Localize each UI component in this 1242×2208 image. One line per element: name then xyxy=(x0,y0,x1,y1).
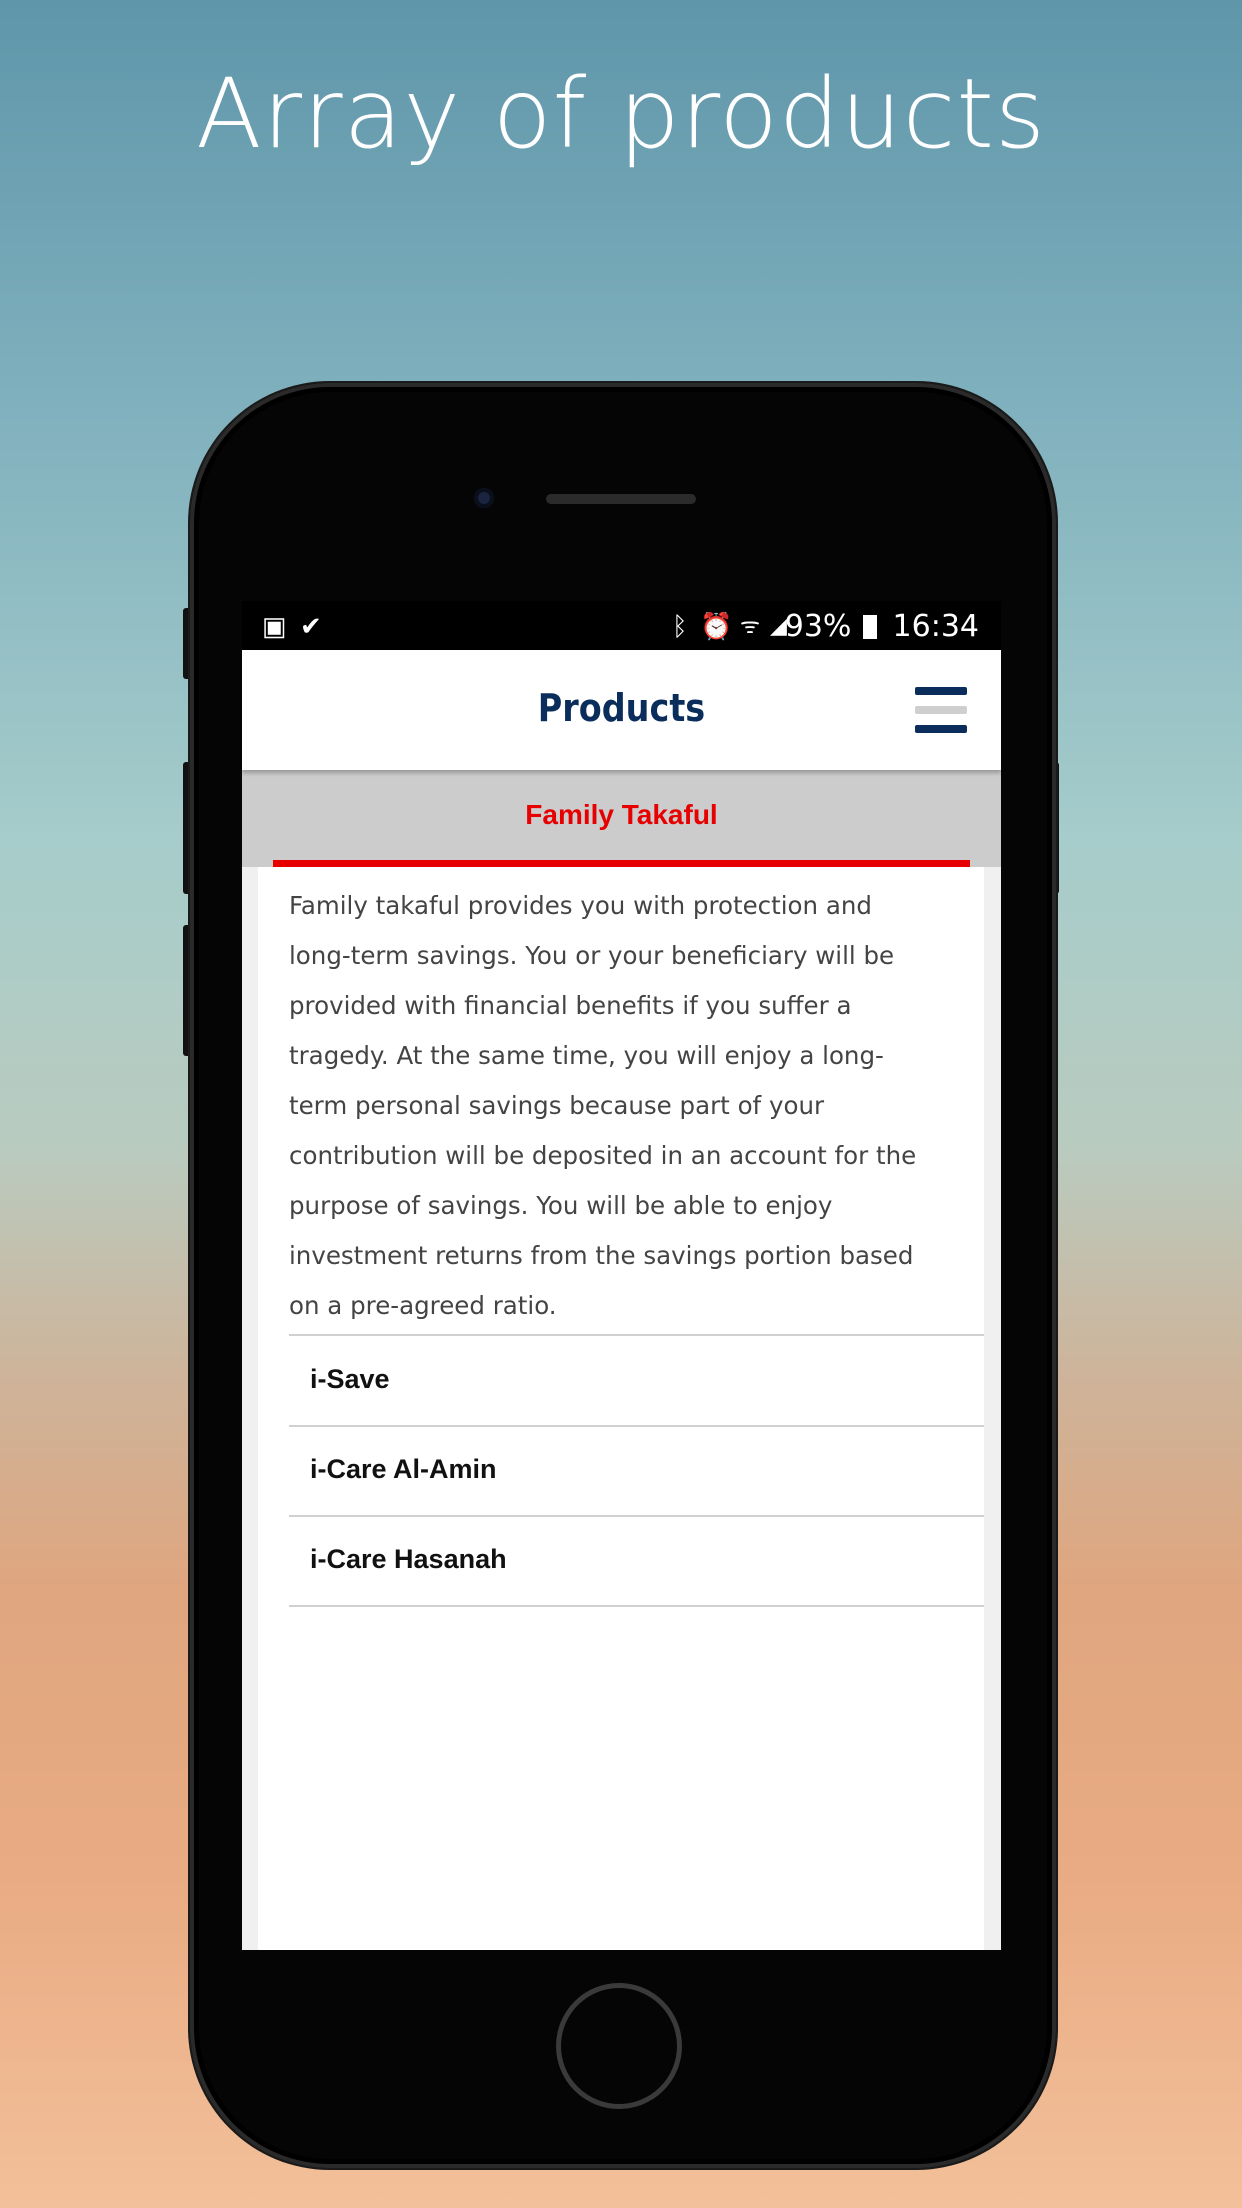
tab-family-takaful[interactable]: Family Takaful xyxy=(242,799,1001,831)
alarm-icon: ⏰ xyxy=(700,611,733,641)
home-button[interactable] xyxy=(556,1983,682,2109)
content-panel: Family takaful provides you with protect… xyxy=(258,867,984,1950)
hamburger-menu-icon[interactable] xyxy=(915,687,967,733)
product-item-i-care-hasanah[interactable]: i-Care Hasanah xyxy=(289,1516,984,1607)
front-camera xyxy=(474,488,494,508)
image-icon: ▣ xyxy=(262,611,287,641)
battery-icon xyxy=(862,615,877,639)
description-line: contribution will be deposited in an acc… xyxy=(289,1141,917,1170)
bluetooth-icon: ᛒ xyxy=(672,611,688,641)
description-line: purpose of savings. You will be able to … xyxy=(289,1191,833,1220)
page-title: Products xyxy=(537,686,706,730)
description-line: tragedy. At the same time, you will enjo… xyxy=(289,1041,884,1070)
wifi-icon: ᯤ xyxy=(740,613,761,638)
description-line: Family takaful provides you with protect… xyxy=(289,891,872,920)
product-item-i-care-al-amin[interactable]: i-Care Al-Amin xyxy=(289,1426,984,1517)
product-item-label: i-Care Hasanah xyxy=(310,1544,507,1574)
clock: 16:34 xyxy=(892,609,979,644)
phone-screen: ▣ ✔ ᛒ ⏰ ᯤ ◢ 93% 16:34 Products Family Ta… xyxy=(242,601,1001,1950)
description-line: investment returns from the savings port… xyxy=(289,1241,914,1270)
product-item-label: i-Care Al-Amin xyxy=(310,1454,497,1484)
description-line: long-term savings. You or your beneficia… xyxy=(289,941,895,970)
app-bar: Products xyxy=(242,650,1001,770)
product-description: Family takaful provides you with protect… xyxy=(289,881,979,1331)
product-item-i-save[interactable]: i-Save xyxy=(289,1336,984,1427)
battery-percent: 93% xyxy=(784,609,852,644)
promo-headline: Array of products xyxy=(195,58,1047,170)
description-line: on a pre-agreed ratio. xyxy=(289,1291,557,1320)
description-line: term personal savings because part of yo… xyxy=(289,1091,825,1120)
description-line: provided with financial benefits if you … xyxy=(289,991,852,1020)
check-badge-icon: ✔ xyxy=(300,611,322,641)
status-bar: ▣ ✔ ᛒ ⏰ ᯤ ◢ 93% 16:34 xyxy=(242,601,1001,650)
tab-bar: Family Takaful xyxy=(242,770,1001,867)
earpiece-speaker xyxy=(546,494,696,504)
product-item-label: i-Save xyxy=(310,1364,390,1394)
active-tab-indicator xyxy=(273,860,970,867)
